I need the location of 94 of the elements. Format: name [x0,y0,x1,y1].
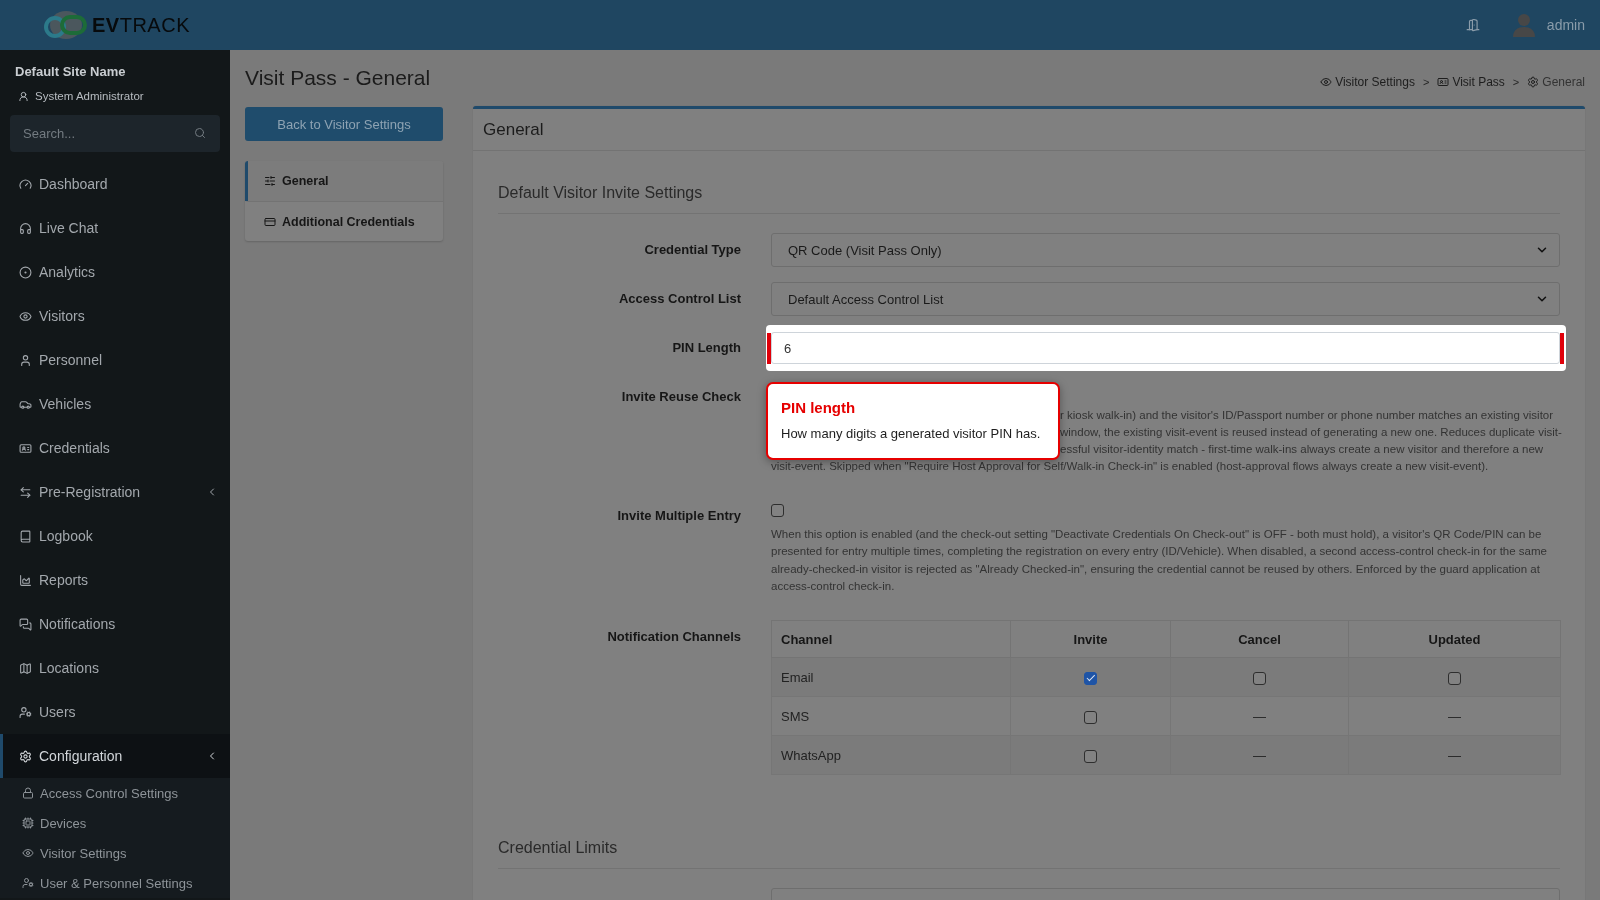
user-gear-icon [22,877,34,889]
form-label: Invite Reuse Check [621,388,741,406]
sliders-icon [264,175,276,187]
door-icon[interactable] [1465,18,1480,32]
input-field[interactable]: 6 [771,332,1560,364]
section-title: Credential Limits [498,838,618,859]
sidebar-item[interactable]: Configuration [0,734,230,778]
map-icon [19,661,32,675]
book-icon [19,529,32,543]
table-cell: SMS [771,696,1011,736]
nav-tab[interactable]: Additional Credentials [245,201,443,241]
checkbox[interactable] [1084,749,1097,763]
person-icon [19,353,32,367]
sidebar-item[interactable]: Live Chat [0,206,230,250]
submenu-item[interactable]: User & Personnel Settings [0,868,230,898]
submenu-item[interactable]: Devices [0,808,230,838]
section-title: Default Visitor Invite Settings [498,183,703,203]
form-label: Access Control List [618,290,741,308]
user-name[interactable]: admin [1546,17,1585,33]
form-label: PIN Length [672,339,741,357]
table-cell: — [1170,735,1349,775]
nav-tab[interactable]: General [245,161,443,201]
table-header-cell: Invite [1010,620,1171,658]
table-cell: — [1170,696,1349,736]
eye-icon [19,309,32,323]
credit-card-icon [264,215,276,228]
table-cell: WhatsApp [771,735,1011,775]
breadcrumb-separator: > [1422,76,1430,88]
sidebar-item[interactable]: Locations [0,646,230,690]
select-field[interactable]: QR Code (Visit Pass Only) [771,233,1560,267]
sidebar-item[interactable]: Visitors [0,294,230,338]
table-cell: Email [771,657,1011,697]
card-title: General [483,119,544,140]
checkbox[interactable] [1084,710,1097,724]
search-field[interactable]: Search... [10,115,220,152]
avatar-icon [1512,13,1535,37]
breadcrumb-separator: > [1512,76,1520,88]
circle-dot-icon [19,265,32,279]
form-label: Notification Channels [607,628,741,647]
area-chart-icon [19,573,32,587]
form-label: Credential Type [644,241,741,259]
back-button[interactable]: Back to Visitor Settings [245,107,443,141]
sidebar-item[interactable]: Credentials [0,426,230,470]
submenu-item[interactable]: Access Control Settings [0,778,230,808]
sidebar-item[interactable]: Dashboard [0,162,230,206]
search-icon [194,127,206,139]
gauge-icon [19,177,32,191]
role-label: System Administrator [35,89,144,104]
sidebar-item[interactable]: Vehicles [0,382,230,426]
sidebar-item[interactable]: Users [0,690,230,734]
id-card-icon [1437,76,1450,88]
table-cell: — [1348,696,1561,736]
sidebar-item[interactable]: Pre-Registration [0,470,230,514]
description-text: visit-event. Skipped when "Require Host Approval for Self/Walk-in Check-in" is enabled (host-approval flows always create a new visit-event). [771,459,1489,474]
table-header-cell: Updated [1348,620,1561,658]
checkbox[interactable] [1448,671,1461,685]
site-name: Default Site Name [15,64,126,80]
table-header-cell: Cancel [1170,620,1349,658]
checkbox[interactable] [1084,671,1097,685]
user-gear-icon [19,705,32,719]
headphones-icon [19,221,32,235]
chat-bubbles-icon [19,617,32,631]
description-text: window, the existing visit-event is reused instead of generating a new one. Reduces duplicate visit- [1060,425,1562,440]
checkbox[interactable] [771,504,784,517]
sidebar-item[interactable]: Notifications [0,602,230,646]
settings-icon [19,749,32,763]
logo-text: EVTRACK [92,15,190,35]
page-title: Visit Pass - General [245,65,431,91]
breadcrumb-current: General [1542,75,1585,89]
table-cell: — [1348,735,1561,775]
breadcrumb-link[interactable]: Visitor Settings [1335,75,1415,89]
sidebar-item[interactable]: Personnel [0,338,230,382]
breadcrumb-link[interactable]: Visit Pass [1452,75,1505,89]
id-card-icon [19,441,32,455]
description-text: When this option is enabled (and the check-out setting "Deactivate Credentials On Check-out" is OFF - both must hold), a visitor's QR Code/PIN can be presented for entry multiple times, completing the registration on every entry (ID/Vehicle). When disabled, a second access-control check-in for the same already-checked-in visitor is rejected as "Already Checked-in", ensuring the credential cannot be reused by others. Enforced by the guard application at access-control check-in. [771,527,1548,594]
settings-icon [1527,76,1540,88]
arrows-icon [19,485,32,499]
sidebar-item[interactable]: Analytics [0,250,230,294]
chip-icon [22,817,34,829]
eye-icon [22,847,34,859]
person-icon [18,90,29,102]
sidebar-item[interactable]: Logbook [0,514,230,558]
tooltip-text: How many digits a generated visitor PIN has. [781,426,1041,442]
lock-icon [22,787,34,799]
form-label: Invite Multiple Entry [617,507,741,525]
submenu-item[interactable]: Visitor Settings [0,838,230,868]
table-header-cell: Channel [771,620,1011,658]
sidebar-item[interactable]: Reports [0,558,230,602]
eye-icon [1320,76,1333,88]
description-text: essful visitor-identity match - first-time walk-ins always create a new visitor and therefore a new [1060,442,1544,457]
tooltip-title: PIN length [781,398,856,418]
checkbox[interactable] [1253,671,1266,685]
description-text: r kiosk walk-in) and the visitor's ID/Passport number or phone number matches an existing visitor [1060,408,1554,423]
select-field[interactable]: Default Access Control List [771,282,1560,316]
